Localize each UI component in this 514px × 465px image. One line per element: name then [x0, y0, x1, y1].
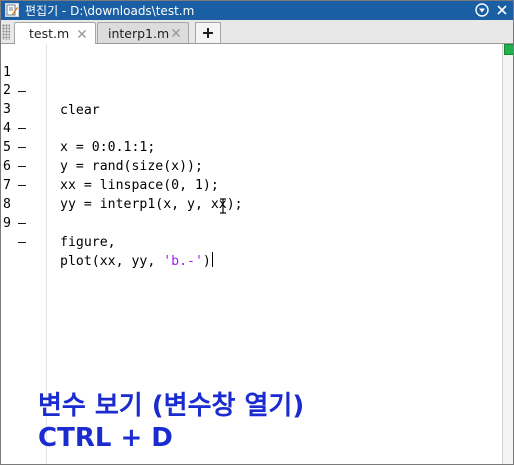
breakpoint-marker[interactable]: –: [18, 233, 26, 252]
overlay-caption-title: 변수 보기 (변수창 열기): [38, 391, 305, 421]
code-line-6[interactable]: 6 – yy = interp1(x, y, xx);: [0, 138, 500, 212]
title-bar: 편집기 - D:\downloads\test.m: [0, 0, 514, 20]
line-number: 9: [3, 216, 11, 231]
code-line-1[interactable]: 1 – clear: [0, 44, 500, 118]
window-title: 편집기 - D:\downloads\test.m: [25, 3, 195, 18]
tab-strip: test.m interp1.m: [0, 20, 514, 44]
text-caret: [211, 252, 213, 267]
close-icon[interactable]: [169, 26, 182, 40]
tab-test-m[interactable]: test.m: [14, 22, 96, 44]
code-line-2[interactable]: 2: [0, 62, 500, 98]
code-text: figure,: [60, 235, 116, 250]
ibeam-cursor-icon: [220, 198, 226, 214]
plus-icon: [203, 28, 213, 38]
code-line-8[interactable]: 8 – figure,: [0, 176, 500, 250]
code-segment: ): [202, 254, 211, 269]
code-line-7[interactable]: 7: [0, 157, 500, 193]
code-line-4[interactable]: 4 – y = rand(size(x));: [0, 100, 500, 174]
code-editor[interactable]: 1 – clear 2 3 – x = 0:0.1:1; 4 – y = ran…: [0, 44, 502, 465]
tab-grip-handle[interactable]: [2, 24, 10, 40]
tab-label: test.m: [29, 26, 70, 41]
code-line-9[interactable]: 9 – plot(xx, yy, 'b.-'): [0, 195, 500, 269]
close-icon[interactable]: [75, 27, 89, 41]
tab-label: interp1.m: [108, 25, 170, 41]
tab-interp1-m[interactable]: interp1.m: [97, 22, 189, 43]
code-line-5[interactable]: 5 – xx = linspace(0, 1);: [0, 119, 500, 193]
code-analyzer-status-icon[interactable]: [504, 44, 514, 55]
code-text: plot(xx, yy, 'b.-'): [60, 252, 213, 271]
dock-menu-icon[interactable]: [474, 2, 490, 18]
add-tab-button[interactable]: [195, 22, 221, 43]
string-literal: 'b.-': [163, 254, 203, 269]
code-line-3[interactable]: 3 – x = 0:0.1:1;: [0, 81, 500, 155]
close-window-icon[interactable]: [494, 2, 510, 18]
vertical-scroll-area[interactable]: [502, 44, 514, 465]
editor-app-icon: [5, 3, 19, 17]
overlay-caption-shortcut: CTRL + D: [38, 423, 173, 453]
code-segment: plot(xx, yy,: [60, 254, 164, 269]
